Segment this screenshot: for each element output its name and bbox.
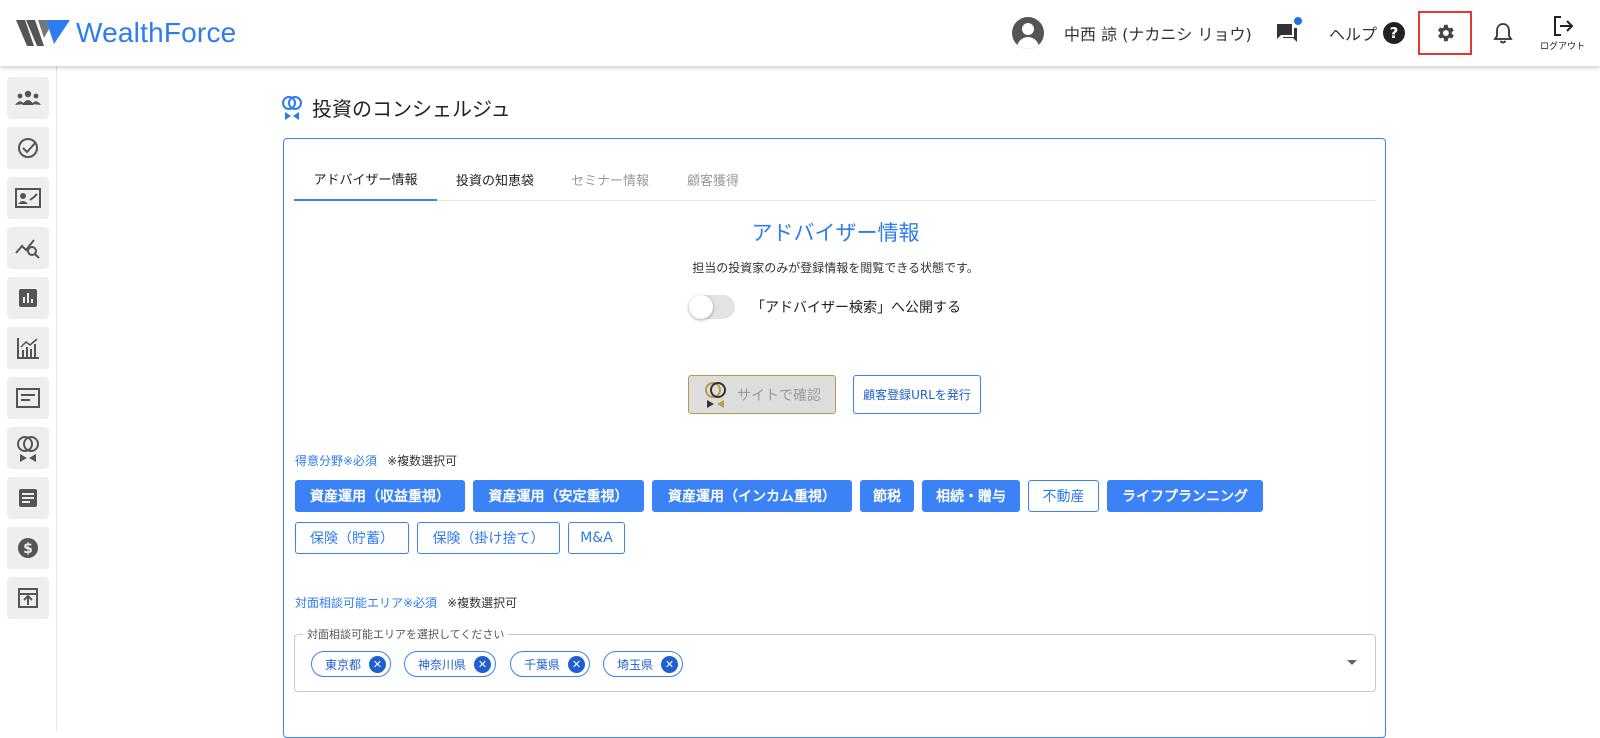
view-on-site-button[interactable]: サイトで確認	[688, 375, 836, 414]
logout-icon	[1553, 15, 1573, 36]
logo-text-force: Force	[163, 17, 237, 48]
area-chip-chiba: 千葉県 ✕	[510, 651, 591, 677]
specialty-chip[interactable]: 相続・贈与	[922, 480, 1020, 512]
publish-toggle-label: 「アドバイザー検索」へ公開する	[751, 300, 961, 316]
wealthforce-logo[interactable]: WealthForce	[16, 17, 236, 49]
area-chip-label: 東京都	[325, 657, 362, 672]
specialty-label: 得意分野※必須 ※複数選択可	[295, 452, 457, 469]
area-chip-label: 埼玉県	[617, 657, 654, 672]
sidebar-item-clients[interactable]	[7, 77, 49, 119]
specialty-chip[interactable]: 資産運用（安定重視）	[473, 480, 644, 512]
specialty-label-text: 得意分野※必須	[295, 454, 378, 468]
toggle-knob	[689, 295, 713, 319]
area-label: 対面相談可能エリア※必須 ※複数選択可	[295, 594, 517, 611]
logo-mark-icon	[16, 20, 70, 46]
dollar-icon: $	[18, 538, 38, 558]
app-header: WealthForce 中西 諒 (ナカニシ リョウ) ヘルプ ? ログアウト	[0, 0, 1600, 66]
remove-chip-icon[interactable]: ✕	[568, 655, 586, 673]
gear-icon	[1438, 24, 1454, 42]
advisor-card: アドバイザー情報 投資の知恵袋 セミナー情報 顧客獲得 アドバイザー情報 担当の…	[283, 138, 1386, 738]
logout-button[interactable]: ログアウト	[1540, 0, 1585, 66]
user-avatar-icon	[1012, 17, 1044, 49]
tab-investment-tips[interactable]: 投資の知恵袋	[437, 157, 553, 201]
chat-icon	[1277, 24, 1297, 42]
help-button[interactable]: ヘルプ ?	[1329, 0, 1406, 66]
remove-chip-icon[interactable]: ✕	[369, 655, 387, 673]
visibility-status-text: 担当の投資家のみが登録情報を閲覧できる状態です。	[692, 261, 979, 275]
help-question-icon: ?	[1383, 22, 1406, 44]
area-chip-label: 神奈川県	[418, 657, 467, 672]
remove-chip-icon[interactable]: ✕	[474, 655, 492, 673]
task-check-icon	[18, 138, 38, 158]
notifications-button[interactable]	[1492, 0, 1514, 66]
page-title-text: 投資のコンシェルジュ	[312, 97, 511, 121]
specialty-chip[interactable]: 資産運用（インカム重視）	[652, 480, 852, 512]
area-chip-tokyo: 東京都 ✕	[311, 651, 392, 677]
sidebar-item-concierge[interactable]	[7, 427, 49, 469]
tab-bar: アドバイザー情報 投資の知恵袋 セミナー情報 顧客獲得	[294, 157, 1376, 201]
area-chip-saitama: 埼玉県 ✕	[603, 651, 684, 677]
concierge-logo-icon	[282, 95, 302, 120]
clients-icon	[15, 90, 41, 105]
sidebar-item-analysis[interactable]	[7, 227, 49, 269]
specialty-chip[interactable]: M&A	[568, 522, 625, 554]
specialty-chip[interactable]: ライフプランニング	[1107, 480, 1263, 512]
sidebar-item-billing[interactable]: $	[7, 527, 49, 569]
specialty-chip[interactable]: 保険（貯蓄）	[295, 522, 409, 554]
section-title: アドバイザー情報	[751, 221, 920, 245]
web-page-icon	[16, 388, 40, 408]
concierge-icon	[17, 436, 39, 462]
publish-toggle-row: 「アドバイザー検索」へ公開する	[689, 295, 961, 319]
bar-report-icon	[19, 289, 37, 307]
specialty-chip[interactable]: 節税	[860, 480, 914, 512]
specialty-chip[interactable]: 不動産	[1028, 480, 1099, 512]
sidebar-item-profile[interactable]	[7, 177, 49, 219]
area-label-text: 対面相談可能エリア※必須	[295, 596, 438, 610]
area-select[interactable]: 対面相談可能エリアを選択してください 東京都 ✕ 神奈川県 ✕ 千葉県 ✕ 埼玉県 ✕	[294, 626, 1376, 692]
settings-button[interactable]	[1418, 11, 1472, 55]
sidebar-item-growth[interactable]	[7, 327, 49, 369]
page-title: 投資のコンシェルジュ	[282, 93, 511, 122]
messages-button[interactable]	[1275, 0, 1303, 66]
specialty-chip[interactable]: 資産運用（収益重視）	[295, 480, 465, 512]
specialty-chip[interactable]: 保険（掛け捨て）	[417, 522, 560, 554]
publish-icon	[18, 588, 38, 608]
area-select-legend: 対面相談可能エリアを選択してください	[303, 626, 509, 642]
growth-chart-icon	[17, 338, 39, 359]
analytics-search-icon	[15, 239, 40, 259]
sidebar-item-publish[interactable]	[7, 577, 49, 619]
area-chip-kanagawa: 神奈川県 ✕	[404, 651, 497, 677]
sidebar-item-webpage[interactable]	[7, 377, 49, 419]
user-avatar[interactable]	[1012, 0, 1044, 66]
logout-label: ログアウト	[1540, 41, 1586, 52]
unread-dot	[1294, 17, 1302, 25]
user-name[interactable]: 中西 諒 (ナカニシ リョウ)	[1064, 0, 1252, 66]
remove-chip-icon[interactable]: ✕	[661, 655, 679, 673]
profile-card-icon	[15, 188, 41, 208]
concierge-logo-icon	[705, 381, 726, 408]
bell-icon	[1493, 23, 1513, 44]
sidebar-item-tasks[interactable]	[7, 127, 49, 169]
specialty-note: ※複数選択可	[387, 454, 458, 468]
issue-registration-url-button[interactable]: 顧客登録URLを発行	[853, 375, 981, 414]
tab-advisor-info[interactable]: アドバイザー情報	[294, 157, 437, 201]
logo-text-wealth: Wealth	[76, 17, 164, 48]
tab-seminar-info: セミナー情報	[570, 173, 649, 189]
sidebar: $	[0, 66, 57, 731]
sidebar-item-documents[interactable]	[7, 477, 49, 519]
svg-text:$: $	[23, 541, 33, 557]
help-label: ヘルプ	[1329, 25, 1378, 44]
publish-toggle[interactable]	[689, 295, 735, 319]
area-chip-label: 千葉県	[524, 657, 561, 672]
view-on-site-label: サイトで確認	[737, 387, 821, 404]
tab-customer-acquisition: 顧客獲得	[686, 173, 739, 189]
area-note: ※複数選択可	[447, 596, 518, 610]
sidebar-item-reports[interactable]	[7, 277, 49, 319]
dropdown-caret-icon[interactable]	[1347, 660, 1357, 665]
document-icon	[19, 489, 37, 507]
